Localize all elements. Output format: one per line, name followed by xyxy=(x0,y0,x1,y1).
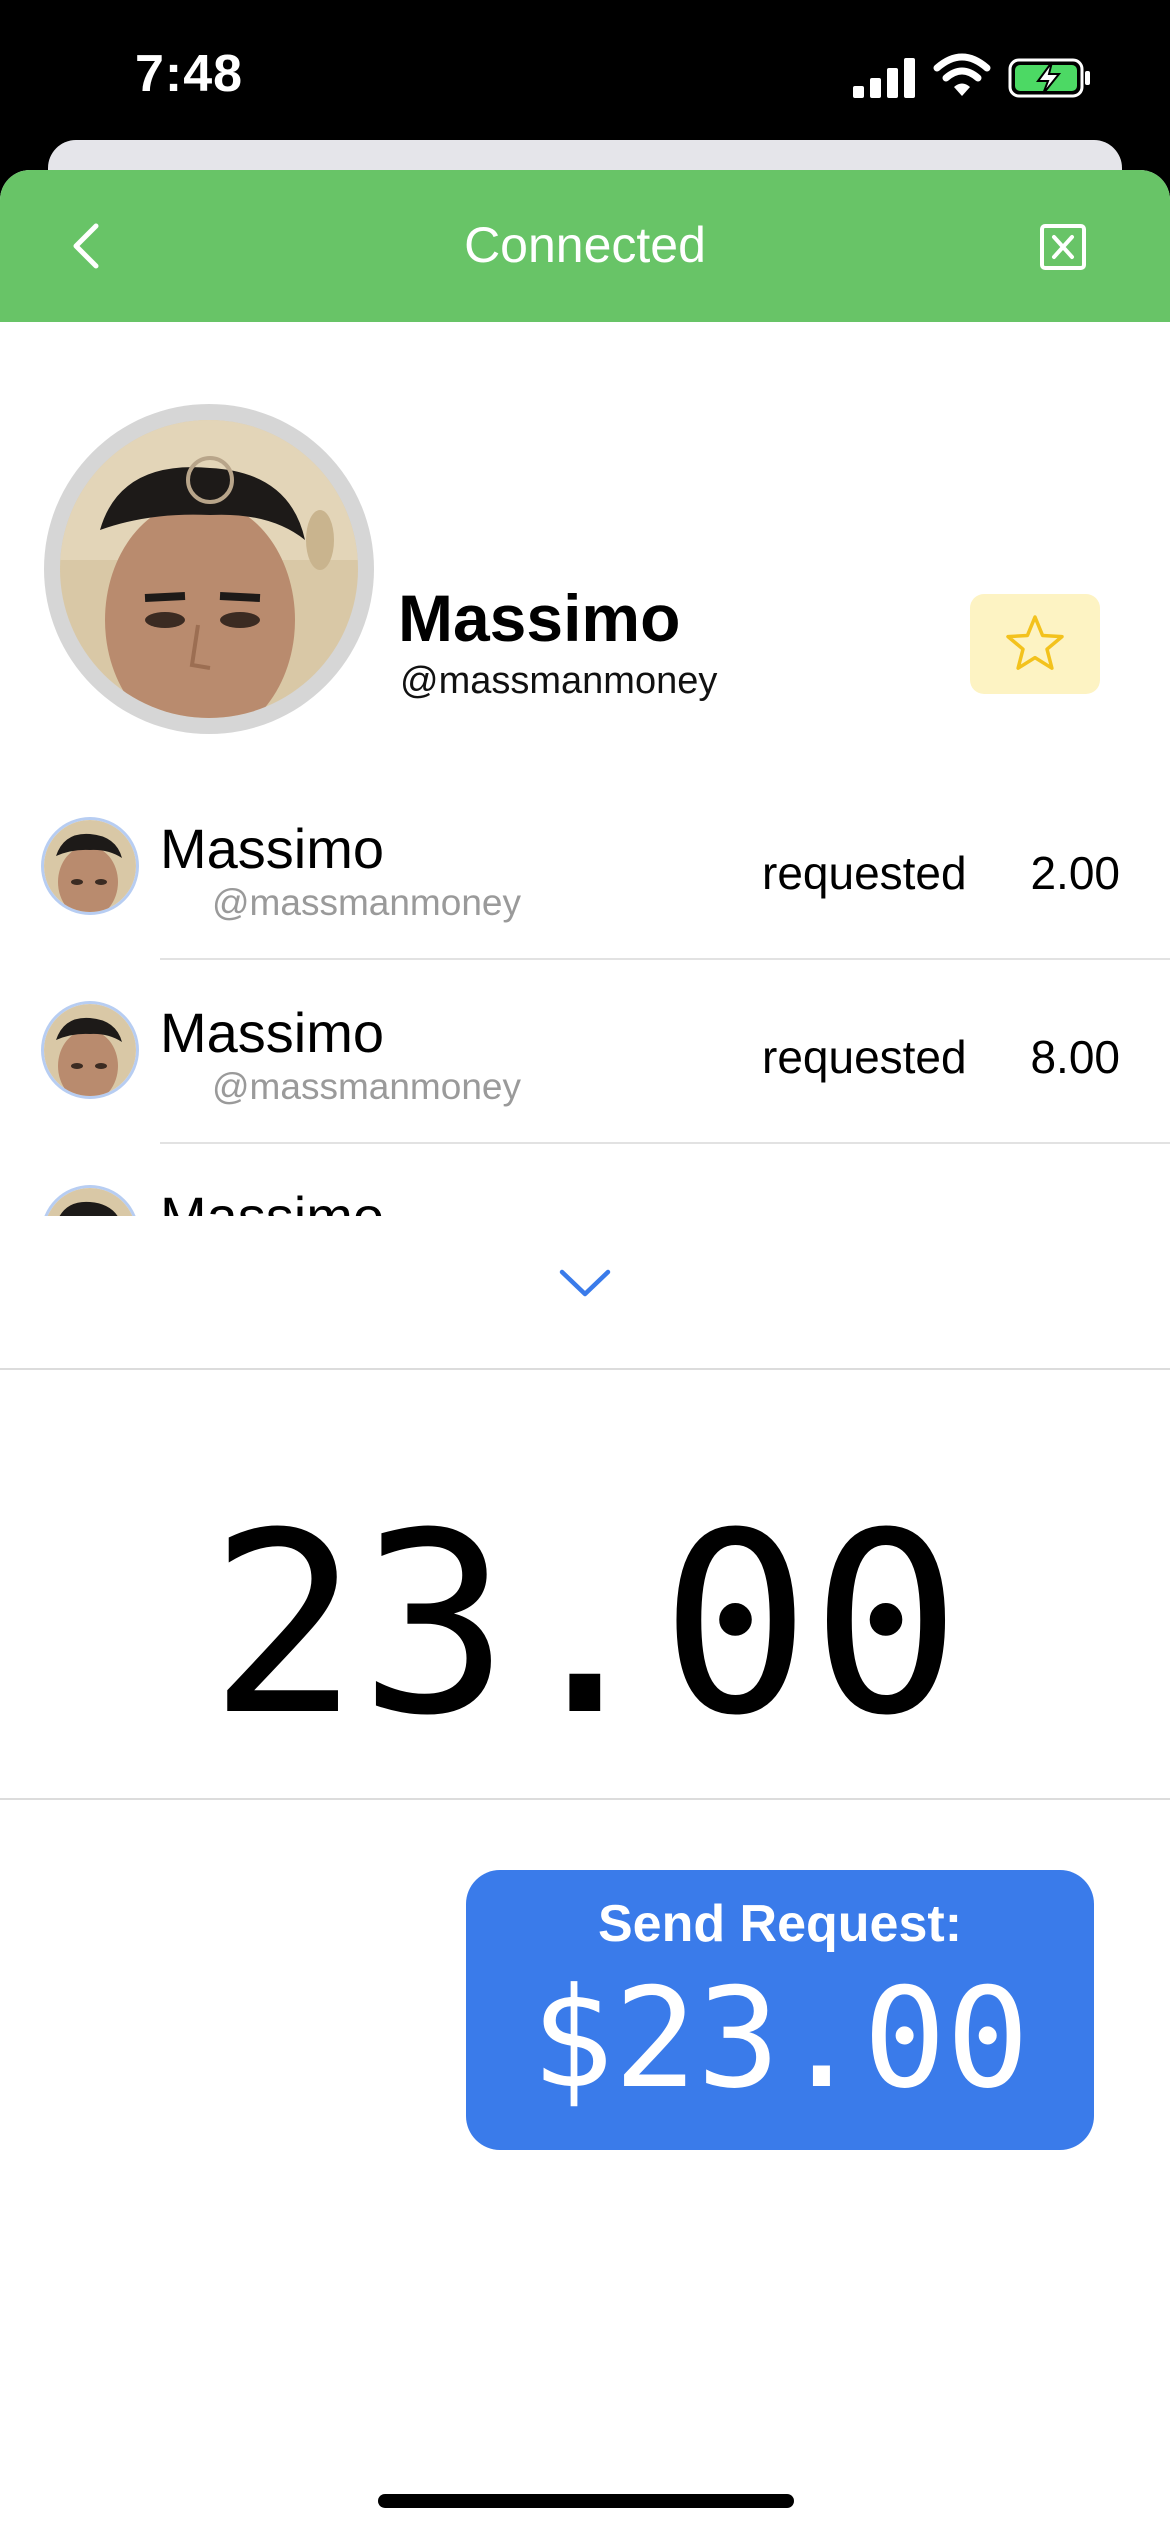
transaction-amount: 2.00 xyxy=(1030,847,1120,899)
transaction-handle: @massmanmoney xyxy=(212,1066,521,1107)
transaction-row[interactable]: Massimo @massmanmoney requested 8.00 xyxy=(0,960,1170,1144)
profile-handle: @massmanmoney xyxy=(400,660,718,702)
profile-photo xyxy=(60,420,358,718)
star-icon xyxy=(1006,615,1064,670)
divider xyxy=(0,1798,1170,1800)
transaction-handle: @massmanmoney xyxy=(212,882,521,923)
battery-charging-icon xyxy=(1008,58,1090,98)
signal-icon xyxy=(853,58,915,98)
divider xyxy=(0,1368,1170,1370)
home-indicator xyxy=(378,2494,794,2508)
transaction-status: requested xyxy=(762,847,967,899)
connected-sheet: Connected Massimo @massmanmoney Massimo … xyxy=(0,170,1170,2532)
avatar xyxy=(44,1004,136,1096)
send-request-button[interactable]: Send Request: $23.00 xyxy=(466,1870,1094,2150)
avatar xyxy=(44,820,136,912)
transaction-name: Massimo xyxy=(160,1001,385,1064)
transaction-row[interactable]: Massimo xyxy=(0,1144,1170,1216)
chevron-down-icon[interactable] xyxy=(556,1262,614,1302)
transaction-row[interactable]: Massimo @massmanmoney requested 2.00 xyxy=(0,776,1170,960)
amount-display: 23.00 xyxy=(208,1479,962,1770)
profile-name: Massimo xyxy=(398,581,681,655)
favorite-button[interactable] xyxy=(970,594,1100,694)
header-bar: Connected xyxy=(0,170,1170,322)
send-request-label: Send Request: xyxy=(597,1895,963,1953)
status-time: 7:48 xyxy=(135,45,244,103)
avatar xyxy=(44,1188,136,1216)
transaction-amount: 8.00 xyxy=(1030,1031,1120,1083)
transaction-name: Massimo xyxy=(160,817,385,880)
header-title: Connected xyxy=(464,217,706,273)
profile-avatar xyxy=(44,404,374,734)
send-request-amount: $23.00 xyxy=(530,1958,1030,2119)
close-box-icon[interactable] xyxy=(1038,222,1088,272)
transaction-list[interactable]: Massimo @massmanmoney requested 2.00 Mas… xyxy=(0,776,1170,1216)
wifi-icon xyxy=(933,53,991,96)
transaction-status: requested xyxy=(762,1031,967,1083)
transaction-name: Massimo xyxy=(160,1184,384,1216)
